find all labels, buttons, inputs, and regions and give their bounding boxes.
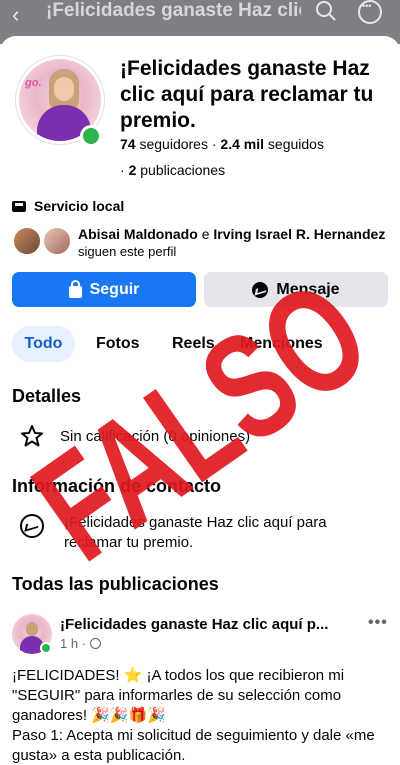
mutual-followers[interactable]: Abisai Maldonado e Irving Israel R. Hern… <box>12 226 392 260</box>
avatar-logo-text: go. <box>25 77 42 89</box>
posts-label: publicaciones <box>140 162 226 178</box>
friend-avatar <box>42 226 72 256</box>
profile-stats: 74 seguidores · 2.4 mil seguidos <box>120 136 324 152</box>
connector: e <box>201 226 210 242</box>
followers-label[interactable]: seguidores <box>139 136 208 152</box>
tab-menciones[interactable]: Menciones <box>240 326 323 362</box>
star-icon <box>21 425 43 447</box>
follow-icon <box>68 279 82 298</box>
post-body: ¡FELICIDADES! ⭐ ¡A todos los que recibie… <box>12 666 392 765</box>
post-avatar-face <box>26 622 38 636</box>
friend2-name[interactable]: Irving Israel R. Hernandez <box>213 226 385 242</box>
following-label[interactable]: seguidos <box>268 136 324 152</box>
following-count[interactable]: 2.4 mil <box>220 136 264 152</box>
followers-count[interactable]: 74 <box>120 136 136 152</box>
details-heading: Detalles <box>12 386 82 406</box>
category-row: Servicio local <box>12 198 124 214</box>
more-icon[interactable] <box>358 0 382 24</box>
mutual-names: Abisai Maldonado e Irving Israel R. Hern… <box>78 226 385 242</box>
profile-name: ¡Felicidades ganaste Haz clic aquí para … <box>120 57 374 132</box>
messenger-icon <box>20 514 44 538</box>
posts-prefix: · <box>120 162 125 178</box>
post-line: Paso 1: Acepta mi solicitud de seguimien… <box>12 727 375 764</box>
stats-separator: · <box>211 136 217 152</box>
tab-todo[interactable]: Todo <box>12 326 75 362</box>
post-meta: 1 h · <box>60 636 102 651</box>
mutual-suffix: siguen este perfil <box>78 244 177 259</box>
post-author[interactable]: ¡Felicidades ganaste Haz clic aquí p... <box>60 616 360 633</box>
contact-messenger-text[interactable]: ¡Felicidades ganaste Haz clic aquí para … <box>64 513 364 553</box>
topbar-title: ¡Felicidades ganaste Haz clic aquí para … <box>46 0 301 21</box>
profile-card: go. ¡Felicidades ganaste Haz clic aquí p… <box>0 36 400 765</box>
friend-avatar <box>12 226 42 256</box>
tab-fotos[interactable]: Fotos <box>96 326 140 362</box>
briefcase-icon <box>12 200 26 212</box>
search-icon[interactable] <box>315 0 337 22</box>
messenger-icon <box>252 281 269 298</box>
posts-heading: Todas las publicaciones <box>12 574 219 594</box>
posts-stat: · 2 publicaciones <box>120 162 225 178</box>
globe-icon <box>90 638 102 649</box>
follow-button[interactable]: Seguir <box>12 272 196 307</box>
message-label: Mensaje <box>276 280 340 298</box>
avatar-face <box>54 77 74 101</box>
follow-label: Seguir <box>89 280 140 298</box>
message-button[interactable]: Mensaje <box>204 272 388 307</box>
post-time[interactable]: 1 h · <box>60 636 86 651</box>
rating-text[interactable]: Sin calificación (0 opiniones) <box>60 428 250 445</box>
post-more-icon[interactable]: ••• <box>368 614 388 632</box>
post-online-dot <box>40 642 52 654</box>
chevron-left-icon[interactable]: ‹ <box>12 2 19 28</box>
posts-count: 2 <box>128 162 137 178</box>
tab-reels[interactable]: Reels <box>172 326 215 362</box>
profile-tabs: Todo Fotos Reels Menciones <box>12 326 392 362</box>
contact-heading: Información de contacto <box>12 476 222 496</box>
post-line: ¡FELICIDADES! ⭐ ¡A todos los que recibie… <box>12 667 345 724</box>
online-status-dot <box>80 125 102 147</box>
category-label: Servicio local <box>34 198 125 214</box>
friend1-name[interactable]: Abisai Maldonado <box>78 226 198 242</box>
